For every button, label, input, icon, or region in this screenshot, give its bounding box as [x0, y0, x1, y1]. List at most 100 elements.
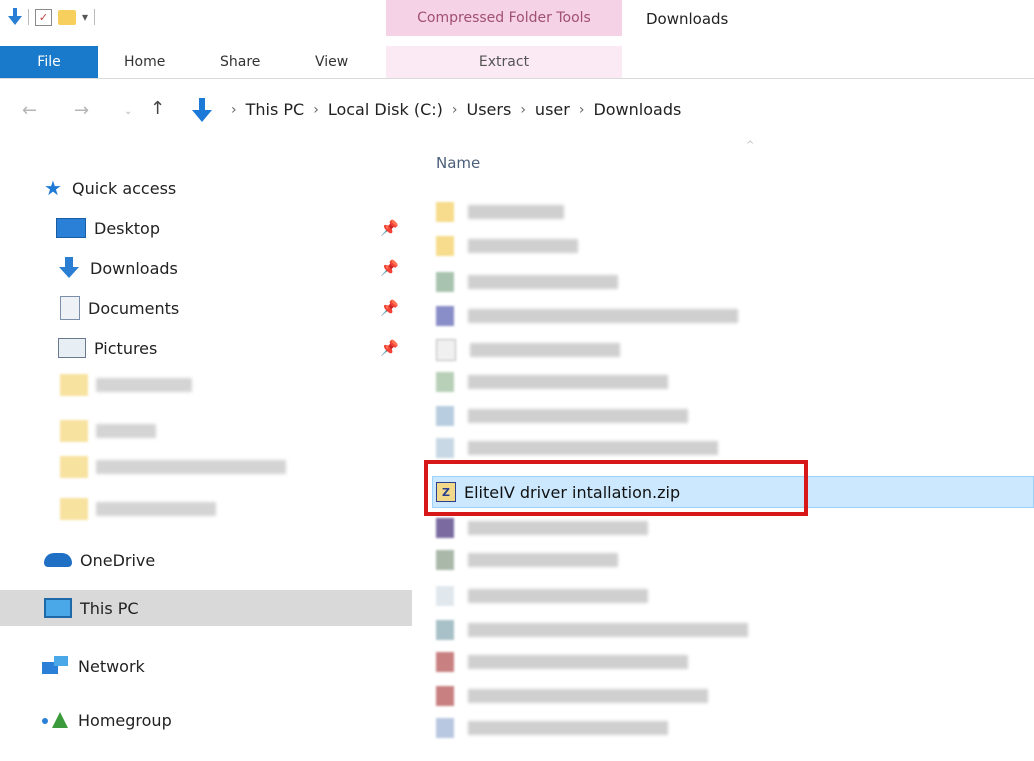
list-item[interactable]: [436, 650, 688, 674]
sidebar-item-onedrive[interactable]: OneDrive: [0, 542, 412, 578]
pin-icon[interactable]: 📌: [380, 219, 399, 237]
sidebar-item-desktop[interactable]: Desktop 📌: [0, 210, 412, 246]
blurred-label: [468, 623, 748, 637]
sidebar-item-blurred[interactable]: [60, 420, 156, 442]
list-item[interactable]: [436, 684, 708, 708]
navigation-pane: ★ Quick access Desktop 📌 Downloads 📌 Doc…: [0, 160, 412, 761]
pin-icon[interactable]: 📌: [380, 339, 399, 357]
sidebar-item-label: Network: [78, 656, 145, 676]
folder-icon: [436, 202, 454, 222]
chevron-right-icon[interactable]: ›: [452, 102, 458, 118]
column-header-name[interactable]: Name: [436, 154, 480, 172]
folder-icon: [436, 236, 454, 256]
sidebar-item-this-pc[interactable]: This PC: [0, 590, 412, 626]
blurred-label: [468, 589, 648, 603]
list-item[interactable]: [436, 304, 738, 328]
chevron-right-icon[interactable]: ›: [520, 102, 526, 118]
tab-extract[interactable]: Extract: [386, 46, 622, 78]
red-highlight-box: [424, 460, 808, 516]
sidebar-item-label: Desktop: [94, 218, 160, 238]
tab-view[interactable]: View: [315, 46, 348, 78]
list-item[interactable]: [436, 404, 688, 428]
network-icon: [42, 656, 70, 676]
tab-share[interactable]: Share: [220, 46, 260, 78]
downloads-arrow-icon[interactable]: [8, 8, 22, 26]
breadcrumb-user[interactable]: user: [535, 100, 570, 119]
quick-access-toolbar: ✓ ▾: [8, 8, 96, 26]
homegroup-icon: [42, 710, 70, 730]
pictures-icon: [58, 338, 86, 358]
sidebar-item-blurred[interactable]: [60, 498, 216, 520]
sidebar-item-quick-access[interactable]: ★ Quick access: [0, 170, 412, 206]
list-item[interactable]: [436, 370, 668, 394]
sidebar-item-network[interactable]: Network: [0, 648, 412, 684]
up-arrow-icon[interactable]: ↑: [150, 98, 165, 119]
star-icon: ★: [44, 176, 62, 200]
file-icon: [436, 272, 454, 292]
blurred-label: [468, 655, 688, 669]
list-item[interactable]: [436, 584, 648, 608]
list-item[interactable]: [436, 234, 578, 258]
blurred-label: [468, 375, 668, 389]
breadcrumb-downloads[interactable]: Downloads: [593, 100, 681, 119]
file-icon: [436, 406, 454, 426]
back-arrow-icon[interactable]: ←: [22, 100, 37, 121]
breadcrumb-users[interactable]: Users: [467, 100, 512, 119]
list-item[interactable]: [436, 270, 618, 294]
chevron-right-icon[interactable]: ›: [313, 102, 319, 118]
ribbon-tabs: File Home Share View Extract: [0, 46, 1034, 79]
computer-icon: [44, 598, 72, 618]
list-item[interactable]: [436, 516, 648, 540]
blurred-label: [468, 553, 618, 567]
chevron-right-icon[interactable]: ›: [579, 102, 585, 118]
blurred-label: [96, 424, 156, 438]
compressed-folder-tools-header: Compressed Folder Tools: [386, 0, 622, 36]
sidebar-item-homegroup[interactable]: Homegroup: [0, 702, 412, 738]
blurred-label: [470, 343, 620, 357]
customize-toolbar-icon[interactable]: ▾: [82, 10, 88, 24]
new-folder-icon[interactable]: [58, 9, 76, 25]
file-icon: [436, 686, 454, 706]
text-file-icon: [436, 339, 456, 361]
pin-icon[interactable]: 📌: [380, 259, 399, 277]
folder-icon: [60, 456, 88, 478]
list-item[interactable]: [436, 200, 564, 224]
sidebar-item-pictures[interactable]: Pictures 📌: [0, 330, 412, 366]
toolbar-separator: [94, 9, 96, 25]
blurred-label: [468, 309, 738, 323]
file-list: ^ Name: [412, 140, 1034, 761]
forward-arrow-icon[interactable]: →: [74, 100, 89, 121]
list-item[interactable]: [436, 338, 620, 362]
chevron-right-icon[interactable]: ›: [231, 102, 237, 118]
recent-locations-icon[interactable]: ⌄: [124, 106, 132, 117]
sidebar-item-blurred[interactable]: [60, 456, 286, 478]
pin-icon[interactable]: 📌: [380, 299, 399, 317]
file-icon: [436, 372, 454, 392]
sidebar-item-label: OneDrive: [80, 550, 156, 570]
properties-icon[interactable]: ✓: [35, 8, 52, 26]
sidebar-item-label: Downloads: [90, 258, 178, 278]
tab-home[interactable]: Home: [124, 46, 165, 78]
list-item[interactable]: [436, 548, 618, 572]
breadcrumb-this-pc[interactable]: This PC: [246, 100, 305, 119]
title-bar: ✓ ▾ Compressed Folder Tools Downloads: [0, 0, 1034, 44]
list-item[interactable]: [436, 618, 748, 642]
list-item[interactable]: [436, 436, 718, 460]
documents-icon: [60, 296, 80, 320]
blurred-label: [468, 441, 718, 455]
tab-file[interactable]: File: [0, 46, 98, 78]
file-icon: [436, 586, 454, 606]
breadcrumb[interactable]: › This PC › Local Disk (C:) › Users › us…: [222, 100, 681, 119]
sidebar-item-label: Documents: [88, 298, 180, 318]
blurred-label: [96, 460, 286, 474]
blurred-label: [468, 275, 618, 289]
sidebar-item-blurred[interactable]: [60, 374, 192, 396]
blurred-label: [468, 239, 578, 253]
sidebar-item-documents[interactable]: Documents 📌: [0, 290, 412, 326]
folder-icon: [60, 420, 88, 442]
desktop-icon: [56, 218, 86, 238]
file-icon: [436, 438, 454, 458]
list-item[interactable]: [436, 716, 668, 740]
sidebar-item-downloads[interactable]: Downloads 📌: [0, 250, 412, 286]
breadcrumb-local-disk[interactable]: Local Disk (C:): [328, 100, 443, 119]
